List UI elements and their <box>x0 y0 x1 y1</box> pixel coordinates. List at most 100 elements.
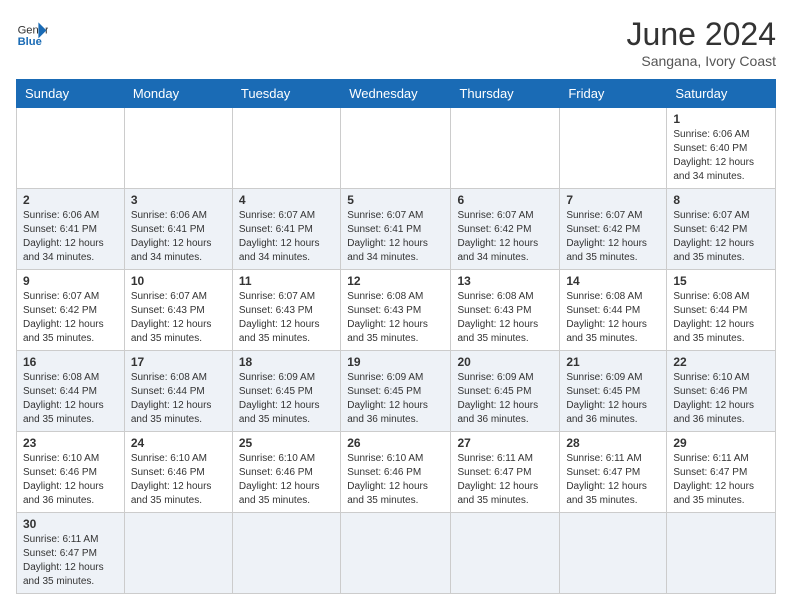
calendar-week-1: 1 Sunrise: 6:06 AMSunset: 6:40 PMDaylight… <box>17 108 776 189</box>
calendar-header-row: SundayMondayTuesdayWednesdayThursdayFrid… <box>17 80 776 108</box>
calendar-cell: 12Sunrise: 6:08 AMSunset: 6:43 PMDayligh… <box>341 270 451 351</box>
day-number: 3 <box>131 193 226 207</box>
day-info: Sunrise: 6:10 AMSunset: 6:46 PMDaylight:… <box>23 453 104 506</box>
calendar-cell: 20Sunrise: 6:09 AMSunset: 6:45 PMDayligh… <box>451 351 560 432</box>
calendar-week-2: 2 Sunrise: 6:06 AMSunset: 6:41 PMDaylight… <box>17 189 776 270</box>
calendar-cell <box>341 513 451 594</box>
day-number: 13 <box>457 274 553 288</box>
day-info: Sunrise: 6:08 AMSunset: 6:44 PMDaylight:… <box>673 291 754 344</box>
day-number: 22 <box>673 355 769 369</box>
day-info: Sunrise: 6:10 AMSunset: 6:46 PMDaylight:… <box>347 453 428 506</box>
day-number: 2 <box>23 193 118 207</box>
day-info: Sunrise: 6:07 AMSunset: 6:43 PMDaylight:… <box>131 291 212 344</box>
day-number: 30 <box>23 517 118 531</box>
calendar-cell: 22 Sunrise: 6:10 AMSunset: 6:46 PMDayligh… <box>667 351 776 432</box>
calendar-cell: 25 Sunrise: 6:10 AMSunset: 6:46 PMDayligh… <box>232 432 340 513</box>
calendar-cell: 7Sunrise: 6:07 AMSunset: 6:42 PMDaylight… <box>560 189 667 270</box>
page-header: General Blue June 2024 Sangana, Ivory Co… <box>16 16 776 69</box>
day-info: Sunrise: 6:07 AMSunset: 6:42 PMDaylight:… <box>566 210 647 263</box>
calendar-cell: 26 Sunrise: 6:10 AMSunset: 6:46 PMDayligh… <box>341 432 451 513</box>
day-info: Sunrise: 6:08 AMSunset: 6:44 PMDaylight:… <box>131 372 212 425</box>
calendar-cell: 30 Sunrise: 6:11 AMSunset: 6:47 PMDayligh… <box>17 513 125 594</box>
calendar-cell <box>232 513 340 594</box>
day-number: 14 <box>566 274 660 288</box>
day-number: 17 <box>131 355 226 369</box>
calendar-subtitle: Sangana, Ivory Coast <box>627 53 776 69</box>
title-block: June 2024 Sangana, Ivory Coast <box>627 16 776 69</box>
calendar-cell <box>451 108 560 189</box>
column-header-friday: Friday <box>560 80 667 108</box>
calendar-cell: 2 Sunrise: 6:06 AMSunset: 6:41 PMDaylight… <box>17 189 125 270</box>
column-header-sunday: Sunday <box>17 80 125 108</box>
day-number: 21 <box>566 355 660 369</box>
calendar-cell: 11 Sunrise: 6:07 AMSunset: 6:43 PMDayligh… <box>232 270 340 351</box>
calendar-cell: 21 Sunrise: 6:09 AMSunset: 6:45 PMDayligh… <box>560 351 667 432</box>
calendar-cell <box>560 108 667 189</box>
day-info: Sunrise: 6:08 AMSunset: 6:43 PMDaylight:… <box>347 291 428 344</box>
day-info: Sunrise: 6:10 AMSunset: 6:46 PMDaylight:… <box>239 453 320 506</box>
day-number: 15 <box>673 274 769 288</box>
calendar-week-3: 9Sunrise: 6:07 AMSunset: 6:42 PMDaylight… <box>17 270 776 351</box>
day-number: 29 <box>673 436 769 450</box>
day-info: Sunrise: 6:07 AMSunset: 6:42 PMDaylight:… <box>673 210 754 263</box>
day-number: 9 <box>23 274 118 288</box>
day-info: Sunrise: 6:06 AMSunset: 6:41 PMDaylight:… <box>23 210 104 263</box>
day-number: 18 <box>239 355 334 369</box>
day-number: 11 <box>239 274 334 288</box>
day-info: Sunrise: 6:07 AMSunset: 6:41 PMDaylight:… <box>239 210 320 263</box>
day-info: Sunrise: 6:07 AMSunset: 6:43 PMDaylight:… <box>239 291 320 344</box>
day-info: Sunrise: 6:10 AMSunset: 6:46 PMDaylight:… <box>673 372 754 425</box>
calendar-cell: 17 Sunrise: 6:08 AMSunset: 6:44 PMDayligh… <box>124 351 232 432</box>
calendar-cell: 27 Sunrise: 6:11 AMSunset: 6:47 PMDayligh… <box>451 432 560 513</box>
day-info: Sunrise: 6:11 AMSunset: 6:47 PMDaylight:… <box>23 534 104 587</box>
column-header-saturday: Saturday <box>667 80 776 108</box>
calendar-cell: 3 Sunrise: 6:06 AMSunset: 6:41 PMDaylight… <box>124 189 232 270</box>
calendar-week-5: 23Sunrise: 6:10 AMSunset: 6:46 PMDayligh… <box>17 432 776 513</box>
calendar-cell: 16 Sunrise: 6:08 AMSunset: 6:44 PMDayligh… <box>17 351 125 432</box>
day-info: Sunrise: 6:09 AMSunset: 6:45 PMDaylight:… <box>239 372 320 425</box>
calendar-cell <box>451 513 560 594</box>
calendar-cell: 5 Sunrise: 6:07 AMSunset: 6:41 PMDaylight… <box>341 189 451 270</box>
day-info: Sunrise: 6:08 AMSunset: 6:44 PMDaylight:… <box>23 372 104 425</box>
svg-text:Blue: Blue <box>18 36 42 48</box>
day-info: Sunrise: 6:10 AMSunset: 6:46 PMDaylight:… <box>131 453 212 506</box>
column-header-monday: Monday <box>124 80 232 108</box>
day-info: Sunrise: 6:08 AMSunset: 6:44 PMDaylight:… <box>566 291 647 344</box>
day-info: Sunrise: 6:06 AMSunset: 6:41 PMDaylight:… <box>131 210 212 263</box>
day-number: 27 <box>457 436 553 450</box>
day-number: 4 <box>239 193 334 207</box>
day-info: Sunrise: 6:11 AMSunset: 6:47 PMDaylight:… <box>673 453 754 506</box>
calendar-cell: 19Sunrise: 6:09 AMSunset: 6:45 PMDayligh… <box>341 351 451 432</box>
day-number: 10 <box>131 274 226 288</box>
column-header-tuesday: Tuesday <box>232 80 340 108</box>
calendar-table: SundayMondayTuesdayWednesdayThursdayFrid… <box>16 79 776 594</box>
calendar-cell <box>124 513 232 594</box>
calendar-cell <box>341 108 451 189</box>
calendar-cell: 23Sunrise: 6:10 AMSunset: 6:46 PMDayligh… <box>17 432 125 513</box>
day-info: Sunrise: 6:07 AMSunset: 6:41 PMDaylight:… <box>347 210 428 263</box>
calendar-cell <box>124 108 232 189</box>
day-number: 1 <box>673 112 769 126</box>
day-number: 5 <box>347 193 444 207</box>
calendar-cell: 29 Sunrise: 6:11 AMSunset: 6:47 PMDayligh… <box>667 432 776 513</box>
day-number: 19 <box>347 355 444 369</box>
calendar-cell: 4 Sunrise: 6:07 AMSunset: 6:41 PMDaylight… <box>232 189 340 270</box>
calendar-cell <box>17 108 125 189</box>
day-info: Sunrise: 6:06 AMSunset: 6:40 PMDaylight:… <box>673 129 754 182</box>
calendar-cell: 8 Sunrise: 6:07 AMSunset: 6:42 PMDaylight… <box>667 189 776 270</box>
calendar-cell <box>232 108 340 189</box>
calendar-cell: 18 Sunrise: 6:09 AMSunset: 6:45 PMDayligh… <box>232 351 340 432</box>
day-info: Sunrise: 6:09 AMSunset: 6:45 PMDaylight:… <box>457 372 538 425</box>
calendar-title: June 2024 <box>627 16 776 53</box>
day-number: 25 <box>239 436 334 450</box>
day-number: 26 <box>347 436 444 450</box>
day-info: Sunrise: 6:09 AMSunset: 6:45 PMDaylight:… <box>566 372 647 425</box>
calendar-cell: 1 Sunrise: 6:06 AMSunset: 6:40 PMDaylight… <box>667 108 776 189</box>
day-number: 8 <box>673 193 769 207</box>
day-number: 24 <box>131 436 226 450</box>
day-number: 16 <box>23 355 118 369</box>
calendar-cell <box>667 513 776 594</box>
calendar-cell: 13Sunrise: 6:08 AMSunset: 6:43 PMDayligh… <box>451 270 560 351</box>
day-info: Sunrise: 6:11 AMSunset: 6:47 PMDaylight:… <box>457 453 538 506</box>
calendar-week-6: 30 Sunrise: 6:11 AMSunset: 6:47 PMDayligh… <box>17 513 776 594</box>
